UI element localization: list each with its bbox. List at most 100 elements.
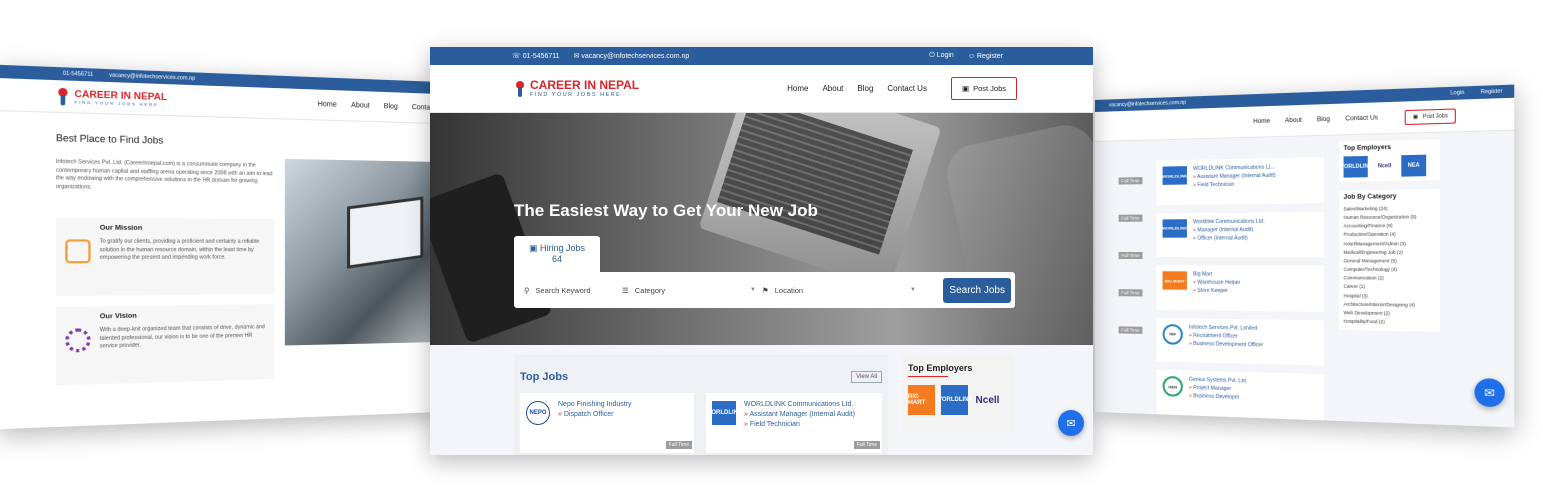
job-position[interactable]: Business Developer	[1189, 393, 1247, 401]
nav-home[interactable]: Home	[318, 101, 337, 109]
briefcase-icon: ▣	[961, 84, 970, 93]
main-menu: Home About Blog Conta	[318, 101, 431, 112]
company-name[interactable]: Genius Systems Pvt. Ltd.	[1189, 377, 1247, 385]
job-position[interactable]: Business Development Officer	[1189, 341, 1263, 349]
nav-about[interactable]: About	[1285, 117, 1302, 124]
login-link[interactable]: ⏻ Login	[929, 52, 954, 60]
company-logo: WORLDLINK	[706, 401, 742, 425]
employer-logo[interactable]: Ncell	[974, 385, 1001, 415]
post-jobs-button[interactable]: ▣ Post Jobs	[950, 77, 1017, 100]
search-jobs-button[interactable]: Search Jobs	[943, 277, 1011, 303]
category-link[interactable]: Hospitality/Food (2)	[1344, 317, 1436, 327]
vision-card: Our Vision With a deep-knit organized te…	[55, 304, 274, 386]
category-link[interactable]: Computer/Technology (4)	[1344, 266, 1436, 275]
job-position[interactable]: Officer (Internal Audit)	[1193, 235, 1265, 241]
mission-card: Our Mission To gratify our clients, prov…	[55, 217, 274, 297]
job-card[interactable]: WORLDLINK WORLDLINK Communications Lt...…	[1156, 156, 1324, 205]
nav-home[interactable]: Home	[787, 84, 808, 93]
chevron-down-icon: ▼	[750, 287, 756, 293]
top-employers-title: Top Employers	[902, 355, 1014, 381]
email-text: ✉ vacancy@infotechservices.com.np	[573, 53, 690, 60]
hiring-jobs-tab[interactable]: ▣ Hiring Jobs 64	[514, 236, 600, 272]
job-position[interactable]: Field Technician	[1193, 181, 1276, 189]
nav-about[interactable]: About	[351, 102, 370, 110]
view-all-button[interactable]: View All	[851, 371, 882, 383]
employer-logo[interactable]: BIG MART	[908, 385, 935, 415]
job-list: WORLDLINK WORLDLINK Communications Lt...…	[1156, 142, 1324, 421]
login-icon: ⏻	[929, 52, 937, 59]
category-link[interactable]: Career (1)	[1344, 283, 1436, 292]
employer-logo[interactable]: WORLDLINK	[1339, 155, 1373, 178]
company-name[interactable]: Nepo Finishing Industry	[558, 401, 632, 408]
job-position[interactable]: Dispatch Officer	[558, 411, 632, 418]
job-card[interactable]: WORLDLINK Worldlink Communications Ltd. …	[1156, 211, 1324, 258]
logo-icon	[56, 87, 70, 105]
site-logo[interactable]: CAREER IN NEPAL FIND YOUR JOBS HERE	[514, 79, 639, 99]
job-type-badge: Full Time	[1118, 214, 1143, 222]
nav-blog[interactable]: Blog	[857, 84, 873, 93]
user-icon: ☺	[967, 52, 977, 60]
top-jobs-panel: Top Jobs View All NEPO Nepo Finishing In…	[514, 355, 888, 455]
logo-tagline: FIND YOUR JOBS HERE	[530, 91, 622, 98]
job-card[interactable]: INF Infotech Services Pvt. Limited Recru…	[1156, 317, 1324, 367]
post-jobs-button[interactable]: ▣ Post Jobs	[1404, 107, 1456, 125]
login-link[interactable]: Login	[1450, 90, 1464, 97]
messenger-chat-icon[interactable]: ✉	[1474, 378, 1505, 408]
category-link[interactable]: General Management (5)	[1344, 257, 1436, 266]
job-position[interactable]: Recruitment Officer	[1189, 332, 1263, 340]
company-name[interactable]: WORLDLINK Communications Lt...	[1193, 164, 1276, 172]
keyword-input[interactable]: ⚲ Search Keyword	[524, 272, 622, 308]
about-page-mockup: 01-5456711 vacancy@infotechservices.com.…	[0, 64, 440, 430]
company-name[interactable]: Big Mart	[1193, 272, 1240, 278]
job-search-bar: ⚲ Search Keyword ☰ Category ▼ ⚑ Location…	[514, 272, 1015, 308]
location-select[interactable]: ⚑ Location ▼	[762, 272, 922, 308]
company-name[interactable]: Worldlink Communications Ltd.	[1193, 218, 1265, 225]
job-position[interactable]: Assistant Manager (Internal Audit)	[1193, 173, 1276, 181]
nav-contact[interactable]: Conta	[412, 104, 430, 112]
briefcase-icon: ▣	[1412, 113, 1419, 121]
nav-blog[interactable]: Blog	[384, 103, 398, 111]
nav-home[interactable]: Home	[1253, 118, 1270, 125]
job-type-badge: Full Time	[1118, 289, 1143, 297]
vision-text: With a deep-knit organized team that con…	[99, 324, 265, 350]
register-link[interactable]: Register	[1481, 88, 1503, 95]
top-employers-panel: Top Employers WORLDLINK Ncell NEA	[1339, 139, 1440, 182]
nav-blog[interactable]: Blog	[1317, 116, 1330, 123]
logo-name: CAREER IN NEPAL	[530, 77, 640, 92]
hiring-count: 64	[551, 253, 562, 264]
messenger-chat-icon[interactable]: ✉	[1058, 410, 1084, 436]
site-logo[interactable]: CAREER IN NEPAL FIND YOUR JOBS HERE	[56, 87, 167, 108]
hiring-label: Hiring Jobs	[539, 243, 586, 253]
company-logo: GEN	[1162, 376, 1183, 398]
employer-logo[interactable]: WORLDLINK	[936, 385, 973, 415]
company-name[interactable]: WORLDLINK Communications Ltd.	[744, 401, 855, 408]
mission-icon	[65, 239, 91, 264]
employer-logo[interactable]: NEA	[1401, 154, 1427, 177]
phone-text: 01-5456711	[62, 70, 94, 79]
job-card[interactable]: NEPO Nepo Finishing Industry Dispatch Of…	[520, 393, 694, 453]
nav-contact[interactable]: Contact Us	[1345, 115, 1378, 122]
job-card[interactable]: BIG MART Big Mart Warehouse Helper Store…	[1156, 265, 1324, 312]
job-position[interactable]: Manager (Internal Audit)	[1193, 226, 1265, 234]
job-type-badge: Full Time	[1118, 177, 1143, 185]
company-name[interactable]: Infotech Services Pvt. Limited	[1189, 324, 1263, 331]
nav-about[interactable]: About	[822, 84, 843, 93]
category-link[interactable]: Production/Operation (4)	[1344, 231, 1436, 240]
navbar: CAREER IN NEPAL FIND YOUR JOBS HERE Home…	[430, 65, 1093, 113]
job-card[interactable]: GEN Genius Systems Pvt. Ltd. Project Man…	[1156, 370, 1324, 421]
job-position[interactable]: Store Keeper	[1193, 288, 1240, 295]
category-link[interactable]: Hotel/Management/Admin (3)	[1344, 239, 1436, 248]
nav-contact[interactable]: Contact Us	[887, 84, 927, 93]
job-position[interactable]: Field Technician	[744, 421, 855, 428]
job-position[interactable]: Warehouse Helper	[1193, 280, 1240, 286]
category-select[interactable]: ☰ Category ▼	[622, 272, 762, 308]
content-section: Top Jobs View All NEPO Nepo Finishing In…	[430, 345, 1093, 455]
job-card[interactable]: WORLDLINK WORLDLINK Communications Ltd. …	[706, 393, 882, 453]
location-placeholder: Location	[774, 285, 804, 295]
job-position[interactable]: Project Manager	[1189, 385, 1247, 393]
job-position[interactable]: Assistant Manager (Internal Audit)	[744, 411, 854, 418]
category-link[interactable]: Medical/Engineering Job (2)	[1344, 248, 1436, 257]
register-link[interactable]: ☺ Register	[968, 53, 1003, 60]
employer-logo[interactable]: Ncell	[1372, 155, 1397, 177]
search-icon: ⚲	[524, 285, 530, 295]
